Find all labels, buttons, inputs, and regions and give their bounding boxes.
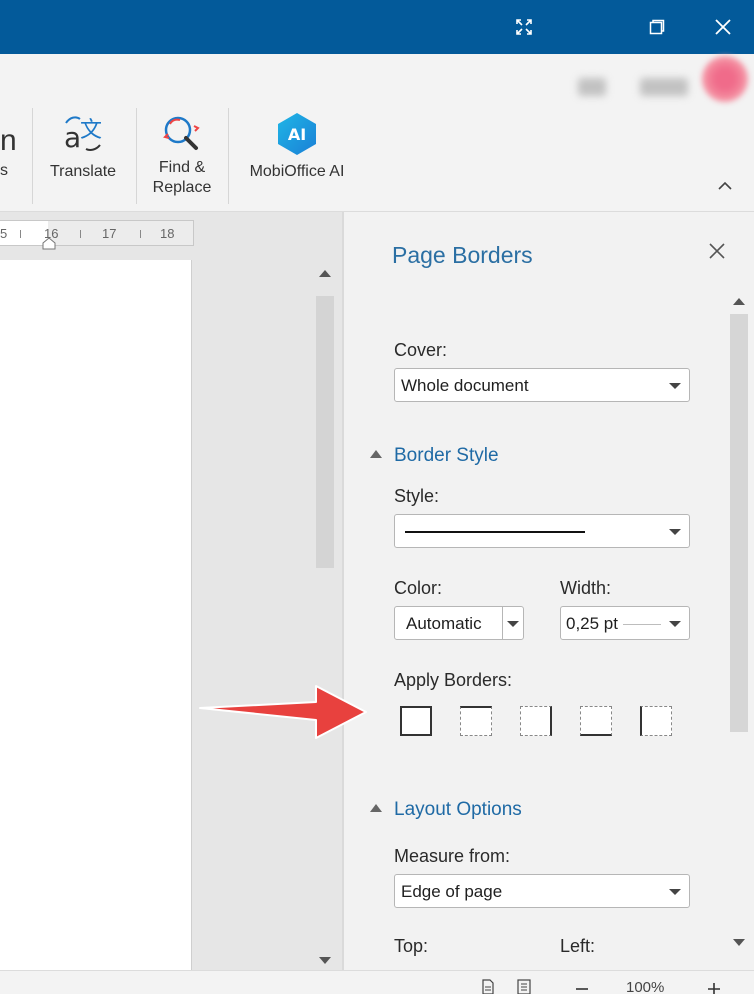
- document-area: 5 16 17 18: [0, 212, 342, 970]
- cover-value: Whole document: [401, 376, 529, 395]
- panel-scroll-down-arrow[interactable]: [730, 936, 748, 950]
- ruler: 5 16 17 18: [0, 220, 194, 246]
- avatar[interactable]: [702, 56, 748, 102]
- width-dropdown[interactable]: 0,25 pt: [560, 606, 690, 640]
- cut-off-icon[interactable]: n: [0, 124, 17, 158]
- translate-icon: a 文: [59, 110, 107, 158]
- left-label: Left:: [560, 936, 596, 956]
- width-label: Width:: [560, 578, 612, 598]
- ribbon-separator: [136, 108, 137, 204]
- find-replace-icon: [158, 110, 206, 158]
- panel-title: Page Borders: [392, 242, 533, 268]
- find-replace-label-line1: Find &: [158, 159, 206, 176]
- top-label: Top:: [394, 936, 429, 956]
- find-replace-button[interactable]: Find & Replace: [150, 110, 214, 197]
- close-window-button[interactable]: [695, 0, 751, 54]
- cover-label: Cover:: [394, 340, 448, 360]
- apply-borders-label: Apply Borders:: [394, 670, 513, 690]
- chevron-down-icon: [669, 529, 681, 535]
- maximize-button[interactable]: [629, 0, 685, 54]
- fullscreen-icon[interactable]: [496, 0, 552, 54]
- border-right-button[interactable]: [520, 706, 552, 736]
- ruler-number: 5: [0, 226, 8, 241]
- title-bar: [0, 0, 754, 54]
- line-style-preview: [405, 531, 585, 533]
- svg-text:文: 文: [80, 118, 102, 143]
- chevron-down-icon: [669, 889, 681, 895]
- ribbon-separator: [32, 108, 33, 204]
- mobioffice-ai-label: MobiOffice AI: [249, 163, 345, 180]
- zoom-in-icon[interactable]: [706, 979, 722, 994]
- width-value: 0,25 pt: [566, 614, 618, 633]
- ruler-number: 17: [102, 226, 117, 241]
- chevron-down-icon: [507, 621, 519, 627]
- collapse-triangle-icon[interactable]: [370, 804, 382, 812]
- panel-scrollbar-thumb[interactable]: [730, 314, 748, 732]
- find-replace-label-line2: Replace: [152, 179, 212, 196]
- translate-button[interactable]: a 文 Translate: [50, 110, 116, 182]
- blurred-icon[interactable]: [578, 78, 606, 96]
- mobioffice-ai-button[interactable]: AI MobiOffice AI: [244, 110, 350, 182]
- ribbon-separator: [228, 108, 229, 204]
- measure-from-label: Measure from:: [394, 846, 511, 866]
- svg-text:AI: AI: [288, 125, 306, 144]
- svg-text:a: a: [64, 121, 81, 154]
- measure-from-value: Edge of page: [401, 882, 503, 901]
- document-scrollbar-thumb[interactable]: [316, 296, 334, 568]
- page-view-icon[interactable]: [480, 979, 496, 994]
- border-left-button[interactable]: [640, 706, 672, 736]
- measure-from-dropdown[interactable]: Edge of page: [394, 874, 690, 908]
- chevron-down-icon: [669, 621, 681, 627]
- layout-options-heading[interactable]: Layout Options: [394, 799, 522, 821]
- border-style-heading[interactable]: Border Style: [394, 445, 499, 467]
- status-bar: 100%: [0, 970, 754, 994]
- cover-dropdown[interactable]: Whole document: [394, 368, 690, 402]
- color-value: Automatic: [406, 614, 482, 633]
- scroll-up-arrow[interactable]: [316, 266, 334, 280]
- indent-marker[interactable]: [42, 236, 56, 255]
- page-borders-panel: Page Borders Cover: Whole document Borde…: [342, 212, 754, 970]
- close-panel-button[interactable]: [704, 238, 730, 264]
- border-all-button[interactable]: [400, 706, 432, 736]
- document-page[interactable]: [0, 260, 192, 970]
- border-top-button[interactable]: [460, 706, 492, 736]
- annotation-arrow: [198, 680, 370, 747]
- translate-label: Translate: [49, 163, 117, 180]
- zoom-level[interactable]: 100%: [626, 979, 664, 994]
- blurred-icon[interactable]: [640, 78, 688, 96]
- color-label: Color:: [394, 578, 443, 598]
- border-bottom-button[interactable]: [580, 706, 612, 736]
- web-view-icon[interactable]: [516, 979, 532, 994]
- ai-icon: AI: [273, 110, 321, 158]
- collapse-ribbon-button[interactable]: [712, 176, 738, 196]
- style-label: Style:: [394, 486, 440, 506]
- collapse-triangle-icon[interactable]: [370, 450, 382, 458]
- ruler-number: 18: [160, 226, 175, 241]
- cut-off-label: s: [0, 162, 8, 179]
- style-dropdown[interactable]: [394, 514, 690, 548]
- panel-scroll-up-arrow[interactable]: [730, 294, 748, 308]
- zoom-out-icon[interactable]: [574, 979, 590, 994]
- color-dropdown[interactable]: Automatic: [394, 606, 524, 640]
- chevron-down-icon: [669, 383, 681, 389]
- scroll-down-arrow[interactable]: [316, 954, 334, 968]
